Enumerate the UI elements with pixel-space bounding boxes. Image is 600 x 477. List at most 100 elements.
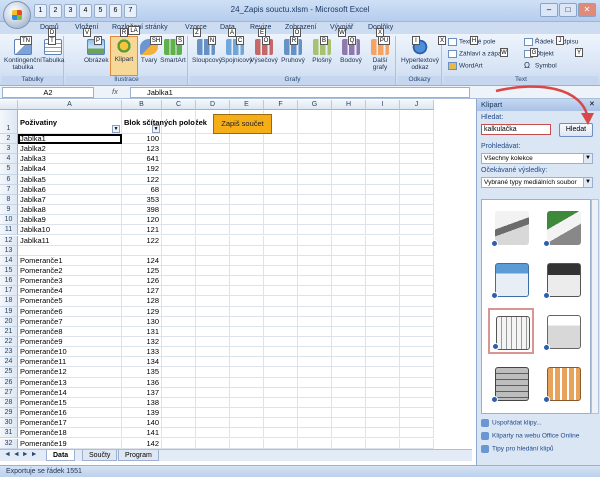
cell-b[interactable]: 131 (122, 326, 162, 337)
cell-a[interactable]: Jablka7 (18, 194, 122, 206)
cell[interactable] (400, 408, 434, 419)
cell-b[interactable]: 139 (122, 408, 162, 419)
cell[interactable] (332, 154, 366, 165)
object-button[interactable]: Objekt (524, 50, 554, 58)
cell[interactable] (298, 387, 332, 398)
cell[interactable] (264, 215, 298, 226)
row-header[interactable]: 27 (0, 387, 18, 398)
cell[interactable] (196, 296, 230, 307)
cell[interactable] (366, 428, 400, 439)
cell-b[interactable]: 68 (122, 184, 162, 195)
cell[interactable] (264, 438, 298, 449)
cell[interactable] (264, 235, 298, 246)
cell[interactable] (264, 418, 298, 429)
cell[interactable] (264, 225, 298, 236)
cell[interactable] (230, 397, 264, 409)
cell[interactable] (230, 296, 264, 307)
column-header[interactable]: I (366, 100, 400, 110)
cell[interactable] (332, 134, 366, 145)
cell[interactable] (264, 316, 298, 327)
cell[interactable] (264, 154, 298, 165)
cell-a[interactable]: Pomeranče18 (18, 428, 122, 439)
row-header[interactable]: 1 (0, 110, 18, 134)
cell-a[interactable]: Jablka1 (18, 134, 122, 145)
cell[interactable] (366, 164, 400, 175)
row-header[interactable]: 15 (0, 265, 18, 277)
cell[interactable] (298, 164, 332, 175)
formula-input[interactable]: Jablka1 (130, 87, 470, 98)
row-header[interactable]: 21 (0, 326, 18, 337)
cell[interactable] (230, 245, 264, 256)
cell[interactable] (298, 134, 332, 145)
cell[interactable] (298, 377, 332, 388)
cell-b[interactable]: 134 (122, 357, 162, 368)
cell[interactable] (162, 326, 196, 337)
office-online-link[interactable]: Kliparty na webu Office Online (481, 432, 579, 440)
cell[interactable] (332, 144, 366, 155)
cell[interactable] (400, 194, 434, 206)
quick-access-button[interactable]: 1 (34, 4, 47, 18)
cell[interactable] (162, 225, 196, 236)
cell-b[interactable]: 120 (122, 215, 162, 226)
cell-a[interactable]: Pomeranče7 (18, 316, 122, 327)
cell[interactable] (264, 194, 298, 206)
header-cell-poživatiny[interactable]: Poživatiny (18, 110, 122, 134)
row-header[interactable]: 2 (0, 134, 18, 145)
cell[interactable] (162, 428, 196, 439)
cell[interactable] (400, 255, 434, 266)
cell[interactable] (366, 296, 400, 307)
cell[interactable] (332, 215, 366, 226)
cell[interactable] (162, 397, 196, 409)
cell[interactable] (162, 418, 196, 429)
cell[interactable] (196, 225, 230, 236)
cell[interactable] (196, 357, 230, 368)
cell[interactable] (400, 347, 434, 358)
cell[interactable] (400, 367, 434, 378)
cell[interactable] (298, 286, 332, 297)
cell[interactable] (298, 184, 332, 195)
spreadsheet-grid[interactable]: A B C D E F G H I J 1 Poživatiny Blok sčítaných polo… (0, 100, 472, 449)
row-header[interactable]: 31 (0, 428, 18, 439)
cell[interactable] (162, 357, 196, 368)
cell[interactable] (298, 357, 332, 368)
cell[interactable] (230, 164, 264, 175)
row-header[interactable]: 22 (0, 337, 18, 348)
cell-b[interactable] (122, 245, 162, 256)
cell[interactable] (230, 205, 264, 216)
cell[interactable] (298, 154, 332, 165)
cell[interactable] (230, 276, 264, 287)
cell[interactable] (332, 428, 366, 439)
cell[interactable] (332, 276, 366, 287)
cell[interactable] (366, 418, 400, 429)
cell[interactable] (400, 438, 434, 449)
task-pane-close-icon[interactable]: ✕ (589, 100, 595, 108)
cell[interactable] (366, 110, 400, 134)
cell[interactable] (230, 337, 264, 348)
cell[interactable] (230, 367, 264, 378)
cell[interactable] (162, 110, 196, 134)
cell-a[interactable]: Jablka8 (18, 205, 122, 216)
cell-a[interactable] (18, 245, 122, 256)
cell[interactable] (230, 316, 264, 327)
cell[interactable] (298, 276, 332, 287)
row-header[interactable]: 12 (0, 235, 18, 246)
column-header[interactable]: D (196, 100, 230, 110)
row-header[interactable]: 30 (0, 418, 18, 429)
cell[interactable] (196, 347, 230, 358)
cell-b[interactable]: 192 (122, 164, 162, 175)
cell-a[interactable]: Pomeranče1 (18, 255, 122, 266)
cell[interactable] (230, 326, 264, 337)
row-header[interactable]: 11 (0, 225, 18, 236)
cell-a[interactable]: Jablka11 (18, 235, 122, 246)
cell-a[interactable]: Jablka2 (18, 144, 122, 155)
cell[interactable] (366, 337, 400, 348)
cell[interactable] (298, 245, 332, 256)
cell-b[interactable]: 130 (122, 316, 162, 327)
cell[interactable] (230, 306, 264, 317)
cell[interactable] (230, 225, 264, 236)
cell[interactable] (400, 235, 434, 246)
cell[interactable] (332, 306, 366, 317)
cell[interactable] (264, 408, 298, 419)
cell[interactable] (298, 418, 332, 429)
column-header[interactable]: J (400, 100, 434, 110)
